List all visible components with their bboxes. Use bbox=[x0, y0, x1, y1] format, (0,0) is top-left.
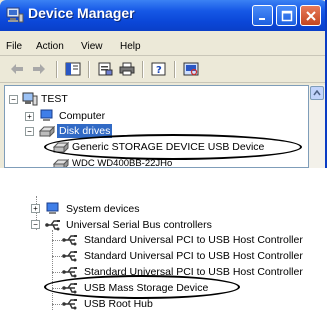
usb-icon bbox=[62, 235, 77, 246]
tree-label: Standard Universal PCI to USB Host Contr… bbox=[84, 250, 303, 262]
vertical-scrollbar[interactable] bbox=[309, 85, 325, 168]
scroll-up-button[interactable] bbox=[310, 86, 324, 100]
usb-icon bbox=[62, 299, 77, 310]
tree-item-usb-host-controller[interactable]: Standard Universal PCI to USB Host Contr… bbox=[62, 233, 327, 247]
tree-label: Universal Serial Bus controllers bbox=[66, 219, 212, 231]
device-manager-window: Device Manager File Action View Help ? −… bbox=[0, 0, 327, 168]
usb-icon bbox=[62, 251, 77, 262]
window-title: Device Manager bbox=[28, 5, 135, 21]
menu-file[interactable]: File bbox=[6, 41, 22, 52]
tree-line bbox=[52, 230, 53, 310]
help-icon: ? bbox=[151, 62, 166, 76]
computer-icon bbox=[40, 109, 53, 121]
collapse-toggle[interactable]: − bbox=[31, 220, 40, 229]
toolbar-separator bbox=[142, 61, 144, 78]
tree-root-test[interactable]: − TEST bbox=[9, 92, 209, 106]
menu-help[interactable]: Help bbox=[120, 41, 141, 52]
scan-hardware-button[interactable] bbox=[182, 61, 200, 77]
usb-icon bbox=[62, 267, 77, 278]
forward-icon bbox=[33, 64, 45, 74]
print-button[interactable] bbox=[118, 61, 136, 77]
tree-label: System devices bbox=[66, 203, 140, 215]
tree-line bbox=[52, 240, 62, 241]
usb-controllers-panel: + System devices − Universal Serial Bus … bbox=[0, 196, 327, 310]
close-icon bbox=[305, 10, 316, 21]
print-icon bbox=[119, 62, 135, 76]
console-tree-button[interactable] bbox=[64, 61, 82, 77]
help-button[interactable]: ? bbox=[150, 61, 168, 77]
collapse-toggle[interactable]: − bbox=[9, 95, 18, 104]
tree-item-computer[interactable]: + Computer bbox=[25, 109, 225, 123]
properties-icon bbox=[98, 62, 113, 76]
tree-label: Computer bbox=[59, 110, 106, 122]
highlight-oval bbox=[44, 275, 240, 299]
title-bar[interactable]: Device Manager bbox=[0, 0, 325, 31]
close-button[interactable] bbox=[300, 5, 321, 26]
properties-button[interactable] bbox=[96, 61, 114, 77]
console-tree-icon bbox=[65, 62, 81, 76]
highlight-oval bbox=[44, 134, 302, 160]
tree-label: Standard Universal PCI to USB Host Contr… bbox=[84, 234, 303, 246]
usb-icon bbox=[45, 220, 60, 231]
computer-icon bbox=[46, 202, 59, 214]
chevron-up-icon bbox=[313, 90, 321, 96]
disk-drive-icon bbox=[39, 125, 55, 138]
scan-hardware-icon bbox=[183, 62, 199, 76]
toolbar-separator bbox=[88, 61, 90, 78]
toolbar-separator bbox=[174, 61, 176, 78]
tree-item-usb-host-controller[interactable]: Standard Universal PCI to USB Host Contr… bbox=[62, 249, 327, 263]
toolbar-separator bbox=[56, 61, 58, 78]
menu-view[interactable]: View bbox=[81, 41, 103, 52]
minimize-icon bbox=[258, 17, 265, 20]
disk-drive-icon bbox=[53, 158, 69, 167]
tree-item-usb-controllers[interactable]: − Universal Serial Bus controllers bbox=[31, 218, 291, 232]
computer-icon bbox=[22, 92, 38, 106]
back-button[interactable] bbox=[8, 61, 26, 77]
tree-line bbox=[52, 256, 62, 257]
collapse-toggle[interactable]: − bbox=[25, 127, 34, 136]
device-manager-icon bbox=[6, 7, 24, 23]
back-icon bbox=[11, 64, 23, 74]
svg-text:?: ? bbox=[156, 65, 162, 76]
tree-label: TEST bbox=[41, 93, 68, 105]
menu-bar: File Action View Help bbox=[0, 33, 325, 56]
minimize-button[interactable] bbox=[252, 5, 273, 26]
expand-toggle[interactable]: + bbox=[25, 112, 34, 121]
tree-item-system-devices[interactable]: + System devices bbox=[31, 202, 231, 216]
expand-toggle[interactable]: + bbox=[31, 204, 40, 213]
toolbar: ? bbox=[0, 56, 325, 83]
tree-line bbox=[52, 304, 62, 305]
maximize-icon bbox=[281, 10, 292, 21]
forward-button[interactable] bbox=[30, 61, 48, 77]
tree-line bbox=[52, 272, 62, 273]
maximize-button[interactable] bbox=[276, 5, 297, 26]
tree-item-usb-root-hub[interactable]: USB Root Hub bbox=[62, 297, 262, 310]
menu-action[interactable]: Action bbox=[36, 41, 64, 52]
